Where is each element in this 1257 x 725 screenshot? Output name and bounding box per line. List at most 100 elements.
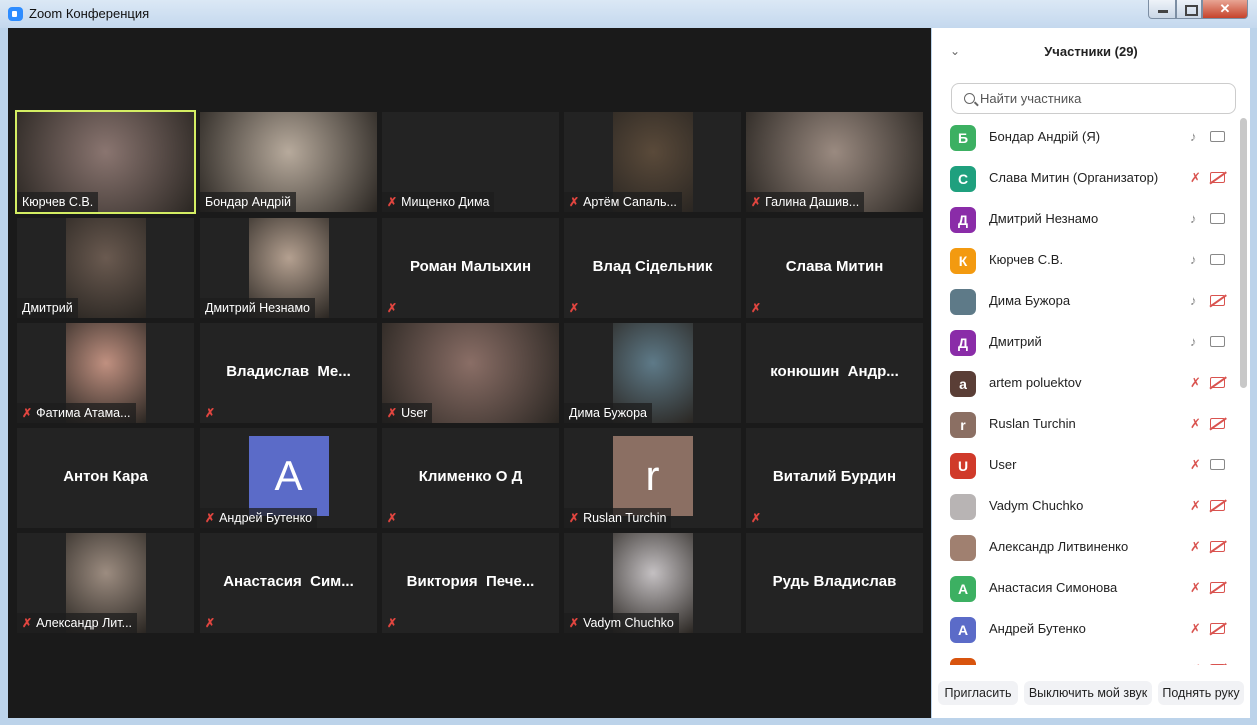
participant-row[interactable]: К Кюрчев С.В. ♪ [932, 240, 1237, 281]
camera-off-icon[interactable] [1210, 295, 1225, 306]
avatar: Б [950, 125, 976, 151]
video-tile[interactable]: конюшин Андр... [746, 323, 923, 423]
video-tile[interactable]: Роман Малыхин ✗ [382, 218, 559, 318]
participant-name: Кюрчев С.В. [989, 252, 1064, 267]
video-tile[interactable]: ✗ Vadym Chuchko [564, 533, 741, 633]
mic-muted-icon: ✗ [751, 195, 762, 209]
video-tile[interactable]: ✗ Артём Сапаль... [564, 112, 741, 212]
video-tile[interactable]: Слава Митин ✗ [746, 218, 923, 318]
avatar [950, 494, 976, 520]
scrollbar[interactable] [1240, 118, 1247, 388]
video-tile[interactable]: ✗ Мищенко Дима [382, 112, 559, 212]
name-label: ✗ Александр Лит... [17, 613, 138, 633]
name-label: ✗ Мищенко Дима [382, 192, 495, 212]
camera-off-icon[interactable] [1210, 623, 1225, 634]
video-tile[interactable]: A ✗ Андрей Бутенко [200, 428, 377, 528]
participants-panel: ⌄ Участники (29) Найти участника Б Бондар… [932, 28, 1250, 718]
camera-off-icon[interactable] [1210, 500, 1225, 511]
mute-me-button[interactable]: Выключить мой звук [1024, 681, 1152, 705]
participant-row[interactable]: Д Дмитрий Незнамо ♪ [932, 199, 1237, 240]
panel-title: Участники (29) [1044, 44, 1138, 59]
microphone-icon[interactable]: ♪ [1190, 211, 1197, 226]
participant-row[interactable]: a artem poluektov ✗ [932, 363, 1237, 404]
name-label: ✗ [564, 298, 588, 318]
maximize-button[interactable] [1176, 0, 1202, 19]
name-label: Дима Бужора [564, 403, 653, 423]
video-tile[interactable]: Дима Бужора [564, 323, 741, 423]
camera-icon[interactable] [1210, 459, 1225, 470]
video-tile[interactable]: ✗ User [382, 323, 559, 423]
participant-row[interactable]: С Слава Митин (Организатор) ✗ [932, 158, 1237, 199]
microphone-muted-icon[interactable]: ✗ [1190, 539, 1201, 555]
microphone-muted-icon[interactable]: ✗ [1190, 580, 1201, 596]
participant-name: Андрей Бутенко [219, 511, 313, 525]
close-button[interactable]: ✕ [1202, 0, 1248, 19]
video-tile[interactable]: Клименко О Д ✗ [382, 428, 559, 528]
video-tile[interactable]: Виктория Пече... ✗ [382, 533, 559, 633]
raise-hand-button[interactable]: Поднять руку [1158, 681, 1244, 705]
video-tile[interactable]: ✗ Фатима Атама... [17, 323, 194, 423]
microphone-muted-icon[interactable]: ✗ [1190, 375, 1201, 391]
participant-row[interactable]: Дима Бужора ♪ [932, 281, 1237, 322]
participant-name: Андрей Бутенко [989, 621, 1086, 636]
microphone-muted-icon[interactable]: ✗ [1190, 621, 1201, 637]
camera-off-icon[interactable] [1210, 418, 1225, 429]
participant-row[interactable]: Александр Литвиненко ✗ [932, 527, 1237, 568]
camera-off-icon[interactable] [1210, 541, 1225, 552]
mic-muted-icon: ✗ [569, 511, 580, 525]
video-tile[interactable]: ✗ Александр Лит... [17, 533, 194, 633]
microphone-muted-icon[interactable]: ✗ [1190, 416, 1201, 432]
camera-off-icon[interactable] [1210, 664, 1225, 665]
camera-icon[interactable] [1210, 131, 1225, 142]
invite-button[interactable]: Пригласить [938, 681, 1018, 705]
participant-row[interactable]: A Андрей Бутенко ✗ [932, 609, 1237, 650]
camera-off-icon[interactable] [1210, 377, 1225, 388]
camera-icon[interactable] [1210, 213, 1225, 224]
participant-row[interactable]: А Анастасия Симонова ✗ [932, 568, 1237, 609]
camera-off-icon[interactable] [1210, 582, 1225, 593]
participant-row[interactable]: U User ✗ [932, 445, 1237, 486]
microphone-icon[interactable]: ♪ [1190, 293, 1197, 308]
avatar: A [950, 617, 976, 643]
microphone-icon[interactable]: ♪ [1190, 334, 1197, 349]
video-tile[interactable]: Дмитрий Незнамо [200, 218, 377, 318]
participant-name: Александр Лит... [36, 616, 133, 630]
avatar: r [950, 412, 976, 438]
video-tile[interactable]: Виталий Бурдин ✗ [746, 428, 923, 528]
participant-name: Анастасия Симонова [989, 580, 1118, 595]
microphone-muted-icon[interactable]: ✗ [1190, 498, 1201, 514]
microphone-muted-icon[interactable]: ✗ [1190, 170, 1201, 186]
microphone-muted-icon[interactable]: ✗ [1190, 457, 1201, 473]
microphone-icon[interactable]: ♪ [1190, 129, 1197, 144]
video-tile[interactable]: Кюрчев С.В. [15, 110, 196, 214]
video-tile[interactable]: Рудь Владислав [746, 533, 923, 633]
participant-name: User [401, 406, 428, 420]
camera-icon[interactable] [1210, 336, 1225, 347]
participant-name: Vadym Chuchko [989, 498, 1084, 513]
video-tile[interactable]: Антон Кара [17, 428, 194, 528]
minimize-button[interactable] [1148, 0, 1176, 19]
participant-name: Виктория Пече... [406, 573, 535, 590]
video-tile[interactable]: Дмитрий [17, 218, 194, 318]
video-tile[interactable]: Анастасия Сим... ✗ [200, 533, 377, 633]
name-label: ✗ [746, 298, 770, 318]
video-tile[interactable]: r ✗ Ruslan Turchin [564, 428, 741, 528]
video-tile[interactable]: Влад Сідельник ✗ [564, 218, 741, 318]
participant-name: Бондар Андрій [205, 195, 291, 209]
participant-row[interactable]: Б Бондар Андрій (Я) ♪ [932, 117, 1237, 158]
participant-avatar: A [248, 436, 329, 516]
participant-row[interactable]: Д Дмитрий ♪ [932, 322, 1237, 363]
participant-row[interactable]: ✗ [932, 650, 1237, 665]
camera-off-icon[interactable] [1210, 172, 1225, 183]
microphone-icon[interactable]: ♪ [1190, 252, 1197, 267]
mic-muted-icon: ✗ [751, 511, 762, 525]
video-tile[interactable]: Владислав Ме... ✗ [200, 323, 377, 423]
microphone-muted-icon[interactable]: ✗ [1190, 662, 1201, 665]
video-tile[interactable]: ✗ Галина Дашив... [746, 112, 923, 212]
video-tile[interactable]: Бондар Андрій [200, 112, 377, 212]
search-input[interactable]: Найти участника [951, 83, 1236, 114]
participant-name: конюшин Андр... [770, 363, 899, 380]
participant-row[interactable]: r Ruslan Turchin ✗ [932, 404, 1237, 445]
participant-row[interactable]: Vadym Chuchko ✗ [932, 486, 1237, 527]
camera-icon[interactable] [1210, 254, 1225, 265]
